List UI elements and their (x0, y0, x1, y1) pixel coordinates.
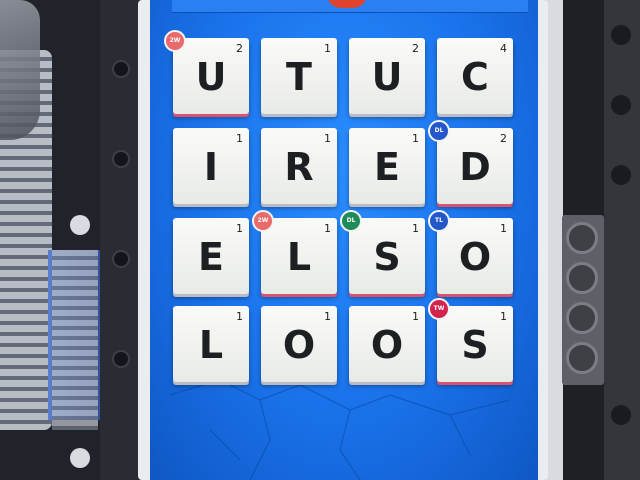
tile-points: 2 (412, 42, 419, 55)
heatsink-top (0, 0, 40, 140)
beam-hole (611, 165, 631, 185)
tile-letter: L (286, 235, 312, 279)
letter-tile[interactable]: E1 (173, 218, 249, 294)
tile-points: 1 (500, 310, 507, 323)
tile-points: 1 (324, 310, 331, 323)
peg (70, 448, 90, 468)
letter-tile[interactable]: C4 (437, 38, 513, 114)
beam-hole (611, 25, 631, 45)
letter-tile[interactable]: S1 (349, 218, 425, 294)
tile-letter: C (461, 55, 489, 99)
tile-letter: R (284, 145, 314, 189)
letter-tile[interactable]: O1 (437, 218, 513, 294)
multiplier-badge: TW (428, 298, 450, 320)
tile-points: 4 (500, 42, 507, 55)
tile-letter: S (461, 323, 489, 367)
tile-points: 1 (236, 222, 243, 235)
gray-fin-block (52, 250, 98, 430)
letter-tile[interactable]: U2 (349, 38, 425, 114)
letter-tile[interactable]: E1 (349, 128, 425, 204)
multiplier-badge: 2W (252, 210, 274, 232)
tile-points: 1 (324, 42, 331, 55)
tile-points: 1 (500, 222, 507, 235)
tile-letter: O (458, 235, 492, 279)
tile-letter: L (198, 323, 224, 367)
letter-tile[interactable]: L1 (173, 306, 249, 382)
lego-hole (566, 222, 598, 254)
letter-tile[interactable]: U2 (173, 38, 249, 114)
tile-points: 1 (412, 310, 419, 323)
peg (70, 215, 90, 235)
multiplier-badge: 2W (164, 30, 186, 52)
lego-hole (566, 302, 598, 334)
tile-letter: T (286, 55, 312, 99)
letter-tile[interactable]: S1 (437, 306, 513, 382)
tile-points: 2 (236, 42, 243, 55)
letter-tile[interactable]: I1 (173, 128, 249, 204)
tile-letter: E (198, 235, 224, 279)
tile-letter: D (459, 145, 491, 189)
tile-points: 1 (236, 132, 243, 145)
beam-hole (611, 405, 631, 425)
bracket-hole (112, 250, 130, 268)
bracket-hole (112, 60, 130, 78)
multiplier-badge: DL (340, 210, 362, 232)
lego-hole (566, 262, 598, 294)
bracket-hole (112, 350, 130, 368)
letter-tile[interactable]: O1 (261, 306, 337, 382)
letter-tile[interactable]: O1 (349, 306, 425, 382)
tile-letter: E (374, 145, 400, 189)
tile-letter: O (282, 323, 316, 367)
tile-points: 1 (412, 222, 419, 235)
tile-letter: I (203, 145, 219, 189)
tile-letter: O (370, 323, 404, 367)
tile-points: 2 (500, 132, 507, 145)
letter-tile[interactable]: T1 (261, 38, 337, 114)
multiplier-badge: DL (428, 120, 450, 142)
letter-tile[interactable]: L1 (261, 218, 337, 294)
tile-letter: U (195, 55, 227, 99)
tile-points: 1 (324, 132, 331, 145)
tile-points: 1 (324, 222, 331, 235)
beam-hole (611, 95, 631, 115)
lego-hole (566, 342, 598, 374)
letter-tile[interactable]: D2 (437, 128, 513, 204)
multiplier-badge: TL (428, 210, 450, 232)
tile-letter: S (373, 235, 401, 279)
bracket-hole (112, 150, 130, 168)
tile-points: 1 (236, 310, 243, 323)
letter-tile[interactable]: R1 (261, 128, 337, 204)
camera-scene: U 2 T 1 U 2 C 4 I 1 R 1 E 1 D 2 E 1 L 1 S 1 O 1 L 1 O 1 O 1 S 1 2W DL 2W DL… (0, 0, 640, 480)
tile-points: 1 (412, 132, 419, 145)
tile-letter: U (371, 55, 403, 99)
